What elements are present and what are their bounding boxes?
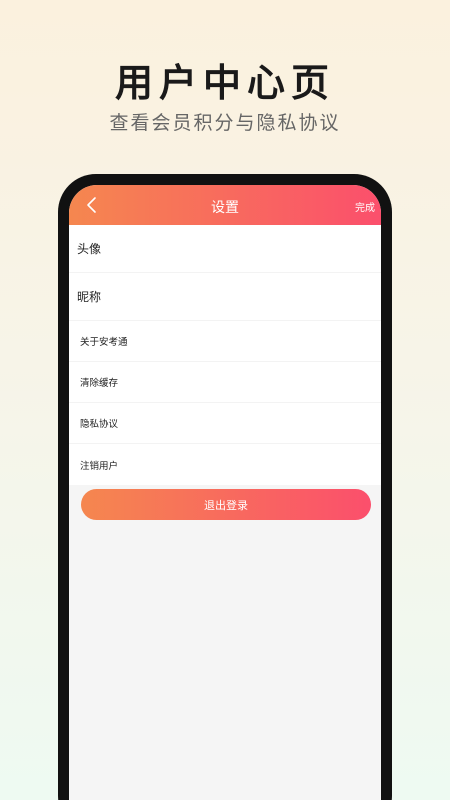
- settings-item-label: 注销用户: [80, 460, 119, 472]
- done-button[interactable]: 完成: [355, 199, 375, 214]
- settings-item-nickname[interactable]: 昵称: [69, 273, 381, 321]
- promo-subtitle: 查看会员积分与隐私协议: [109, 112, 341, 134]
- navbar: 设置 完成: [69, 185, 381, 225]
- settings-item-delete-account[interactable]: 注销用户: [69, 444, 381, 485]
- settings-item-label: 隐私协议: [80, 419, 119, 430]
- promo-title: 用户中心页: [114, 61, 335, 105]
- settings-list: 头像 昵称 关于安考通 清除缓存 隐私协议 注销用户: [69, 225, 381, 485]
- settings-item-clear-cache[interactable]: 清除缓存: [69, 362, 381, 403]
- settings-item-privacy[interactable]: 隐私协议: [69, 403, 381, 444]
- settings-item-label: 关于安考通: [80, 337, 128, 348]
- settings-item-label: 头像: [77, 242, 102, 256]
- settings-item-label: 昵称: [77, 290, 102, 304]
- settings-item-label: 清除缓存: [80, 378, 119, 389]
- page-title: 设置: [211, 200, 239, 216]
- settings-screen: 设置 完成 头像 昵称 关于安考通 清除缓存 隐私协议 注销用户 退出登录: [69, 185, 381, 800]
- settings-item-about[interactable]: 关于安考通: [69, 321, 381, 362]
- settings-item-avatar[interactable]: 头像: [69, 225, 381, 273]
- logout-button[interactable]: 退出登录: [81, 489, 371, 520]
